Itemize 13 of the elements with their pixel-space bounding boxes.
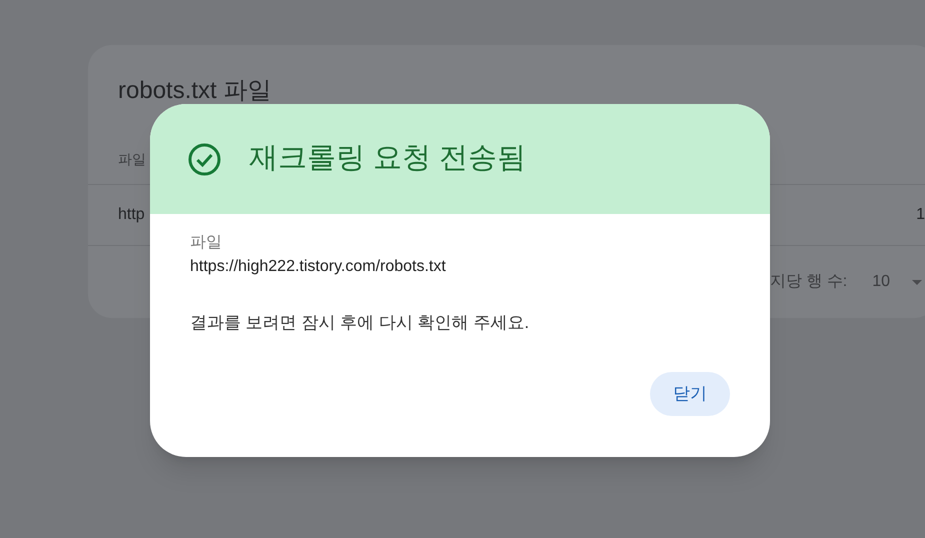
card-title: robots.txt 파일 [118,77,272,104]
column-header: 파일 [118,150,146,169]
close-button[interactable]: 닫기 [650,372,730,416]
table-cell-text: http [118,205,145,225]
file-url: https://high222.tistory.com/robots.txt [190,257,447,277]
check-circle-icon [188,142,221,176]
dialog-message: 결과를 보려면 잠시 후에 다시 확인해 주세요. [190,312,530,334]
rows-per-page-value[interactable]: 10 [872,270,890,294]
dialog-title: 재크롤링 요청 전송됨 [249,141,526,176]
rows-per-page-label: 지당 행 수: [770,272,848,292]
caret-icon[interactable] [912,280,922,284]
field-label: 파일 [190,233,223,253]
table-cell-text: 1 [916,205,925,225]
